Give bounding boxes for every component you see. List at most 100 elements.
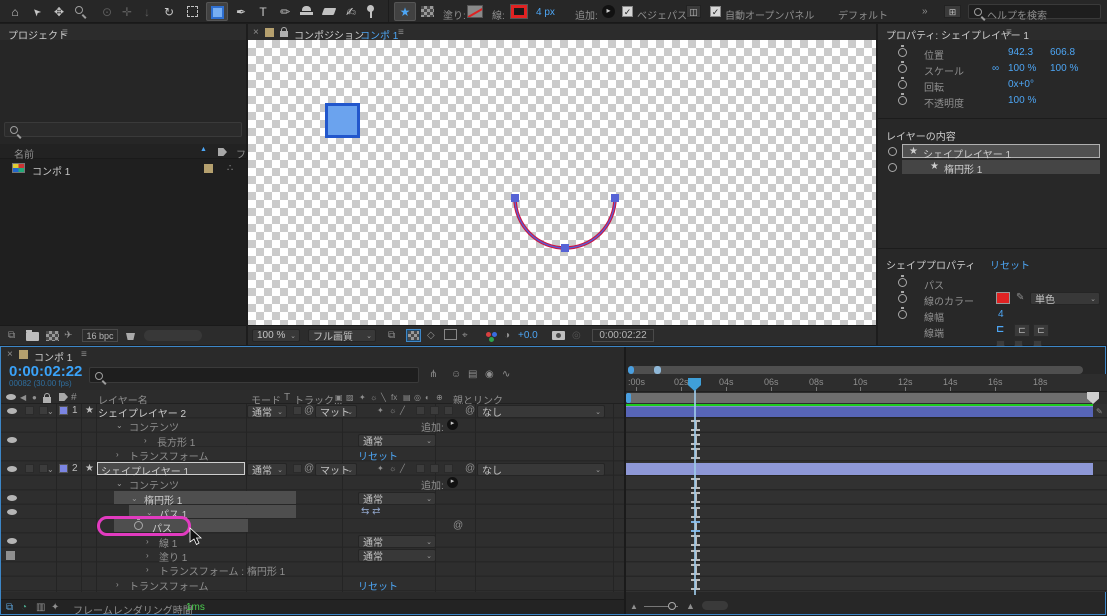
layer-row-1[interactable]: ⌄ 1 ★ シェイプレイヤー 2 通常⌄ @ マット⌄ ✦ ☼ ╱ @ なし⌄ xyxy=(1,404,624,418)
sort-asc-icon[interactable]: ▲ xyxy=(200,146,207,153)
workspace-overflow-button[interactable]: » xyxy=(922,6,928,17)
navigator-handle[interactable] xyxy=(654,366,661,374)
group-row-transform[interactable]: › トランスフォーム リセット xyxy=(1,447,624,461)
twirl-icon[interactable]: ⌄ xyxy=(116,421,123,430)
clone-stamp-tool[interactable] xyxy=(296,2,318,21)
link-icon[interactable]: ∞ xyxy=(992,63,999,74)
stroke-width-value[interactable]: 4 px xyxy=(536,7,555,18)
viewer-timecode[interactable]: 0:00:02:22 xyxy=(592,329,654,342)
mini-flowchart-icon[interactable]: ⋔ xyxy=(429,369,437,380)
exposure-value[interactable]: +0.0 xyxy=(518,330,538,341)
zoom-in-mountain-icon[interactable]: ▲ xyxy=(686,601,695,611)
transparency-grid-button[interactable] xyxy=(406,329,421,342)
pick-whip-icon[interactable]: @ xyxy=(465,405,475,416)
panel-toggle-button[interactable]: ◫ xyxy=(686,5,701,18)
layer-bar-1[interactable] xyxy=(626,406,1093,417)
show-channel-icon[interactable] xyxy=(486,332,491,337)
bezier-path-checkbox[interactable]: ✓ xyxy=(622,6,633,17)
group-name[interactable]: コンテンツ xyxy=(129,477,179,492)
layer-name-edit-box[interactable]: シェイプレイヤー 1 xyxy=(97,462,245,475)
stopwatch-icon[interactable] xyxy=(898,48,907,57)
magnification-dropdown[interactable]: 100 %⌄ xyxy=(252,329,300,342)
show-snapshot-icon[interactable]: ◎ xyxy=(572,330,581,341)
pen-tool[interactable]: ✒ xyxy=(230,2,252,21)
eye-icon[interactable] xyxy=(7,509,17,515)
pan-behind-tool[interactable] xyxy=(182,2,204,21)
timeline-search-input[interactable] xyxy=(89,367,419,383)
position-x-value[interactable]: 942.3 xyxy=(1008,47,1033,58)
tab-comp-name[interactable]: コンポ 1 xyxy=(34,349,72,364)
group-row-path1[interactable]: ⌄ パス 1 ⇆ ⇄ xyxy=(1,505,624,519)
twirl-icon[interactable]: ⌄ xyxy=(47,407,54,416)
panel-menu-icon[interactable]: ≡ xyxy=(81,349,87,360)
parent-dropdown[interactable]: なし⌄ xyxy=(477,405,605,418)
brush-tool[interactable]: ✏ xyxy=(274,2,296,21)
blend-mode-dropdown[interactable]: 通常⌄ xyxy=(358,434,436,447)
round-cap-button[interactable]: ⊏ xyxy=(1014,324,1030,337)
eye-icon[interactable] xyxy=(7,437,17,443)
toggle-switches-icon[interactable]: ⧉ xyxy=(6,602,13,613)
region-of-interest-icon[interactable] xyxy=(444,329,457,340)
content-layer-row[interactable]: ★ シェイプレイヤー 1 xyxy=(878,144,1107,159)
zoom-out-mountain-icon[interactable]: ▲ xyxy=(630,602,638,611)
stopwatch-icon[interactable] xyxy=(898,278,907,287)
opacity-value[interactable]: 100 % xyxy=(1008,95,1036,106)
group-row-stroke[interactable]: › 線 1 通常⌄ xyxy=(1,534,624,548)
blend-mode-dropdown[interactable]: 通常⌄ xyxy=(358,492,436,505)
composition-canvas[interactable] xyxy=(248,40,876,325)
graph-editor-icon[interactable]: ∿ xyxy=(502,369,510,380)
path-direction-icons[interactable]: ⇆ ⇄ xyxy=(361,506,381,517)
blend-mode-dropdown[interactable]: 通常⌄ xyxy=(358,535,436,548)
visibility-toggle[interactable] xyxy=(6,551,15,560)
timeline-zoom-knob[interactable] xyxy=(668,602,676,610)
close-icon[interactable]: × xyxy=(7,349,13,360)
panel-menu-icon[interactable]: ≡ xyxy=(398,27,404,38)
help-search-input[interactable]: ヘルプを検索 xyxy=(968,4,1101,19)
eye-icon[interactable] xyxy=(7,466,17,472)
group-row-transform[interactable]: › トランスフォーム リセット xyxy=(1,577,624,591)
stopwatch-icon[interactable] xyxy=(898,294,907,303)
pick-whip-icon[interactable]: @ xyxy=(304,463,314,474)
collapse-icon[interactable]: ☼ xyxy=(389,464,396,473)
mask-visibility-icon[interactable]: ◇ xyxy=(427,330,435,341)
twirl-icon[interactable]: › xyxy=(146,551,149,560)
twirl-icon[interactable]: ⌄ xyxy=(116,479,123,488)
mode-dropdown[interactable]: 通常⌄ xyxy=(247,405,287,418)
stroke-width-value[interactable]: 4 xyxy=(998,309,1004,320)
quality-icon[interactable]: ✦ xyxy=(377,406,384,415)
stopwatch-icon[interactable] xyxy=(898,310,907,319)
path-vertex-handle[interactable] xyxy=(561,244,569,252)
layer-row-2[interactable]: ⌄ 2 ★ シェイプレイヤー 1 通常⌄ @ マット⌄ ✦ ☼ ╱ @ なし⌄ xyxy=(1,462,624,476)
exposure-icon[interactable]: ◑ xyxy=(504,330,510,341)
projecting-cap-button[interactable]: ⊏ xyxy=(1033,324,1049,337)
grid-guides-icon[interactable]: ⌖ xyxy=(462,330,468,341)
group-row-contents[interactable]: ⌄ コンテンツ 追加: ▸ xyxy=(1,476,624,490)
group-name[interactable]: トランスフォーム xyxy=(129,448,209,463)
fill-swatch[interactable] xyxy=(467,5,483,18)
project-search-input[interactable] xyxy=(4,122,242,137)
shy-layers-icon[interactable]: ☺ xyxy=(451,369,461,380)
eye-icon[interactable] xyxy=(7,408,17,414)
motion-blur-icon[interactable]: ◉ xyxy=(485,369,494,380)
track-matte-dropdown[interactable]: マット⌄ xyxy=(315,405,357,418)
stopwatch-icon[interactable] xyxy=(898,96,907,105)
group-name[interactable]: トランスフォーム : 楕円形 1 xyxy=(159,563,285,578)
stroke-color-swatch[interactable] xyxy=(996,292,1010,304)
project-scrollbar[interactable] xyxy=(144,330,202,341)
playhead-line[interactable] xyxy=(694,390,696,595)
group-name[interactable]: コンテンツ xyxy=(129,419,179,434)
panel-menu-icon[interactable]: ≡ xyxy=(1006,27,1012,38)
selection-tool[interactable]: ➤ xyxy=(26,2,48,21)
frame-blend-icon[interactable]: ▤ xyxy=(468,369,477,380)
group-row-fill[interactable]: › 塗り 1 通常⌄ xyxy=(1,548,624,562)
twirl-icon[interactable]: › xyxy=(116,450,119,459)
label-color-swatch[interactable] xyxy=(59,464,68,473)
interpret-footage-icon[interactable]: ⧉ xyxy=(8,330,15,341)
property-row-path[interactable]: パス @ xyxy=(1,519,624,533)
toggle-render-icon[interactable]: ✦ xyxy=(51,602,59,613)
rectangle-tool[interactable] xyxy=(206,2,228,21)
content-layer-name[interactable]: 楕円形 1 xyxy=(944,161,982,176)
scale-x-value[interactable]: 100 % xyxy=(1008,63,1036,74)
path-vertex-handle[interactable] xyxy=(611,194,619,202)
create-mask-button[interactable] xyxy=(417,2,439,21)
